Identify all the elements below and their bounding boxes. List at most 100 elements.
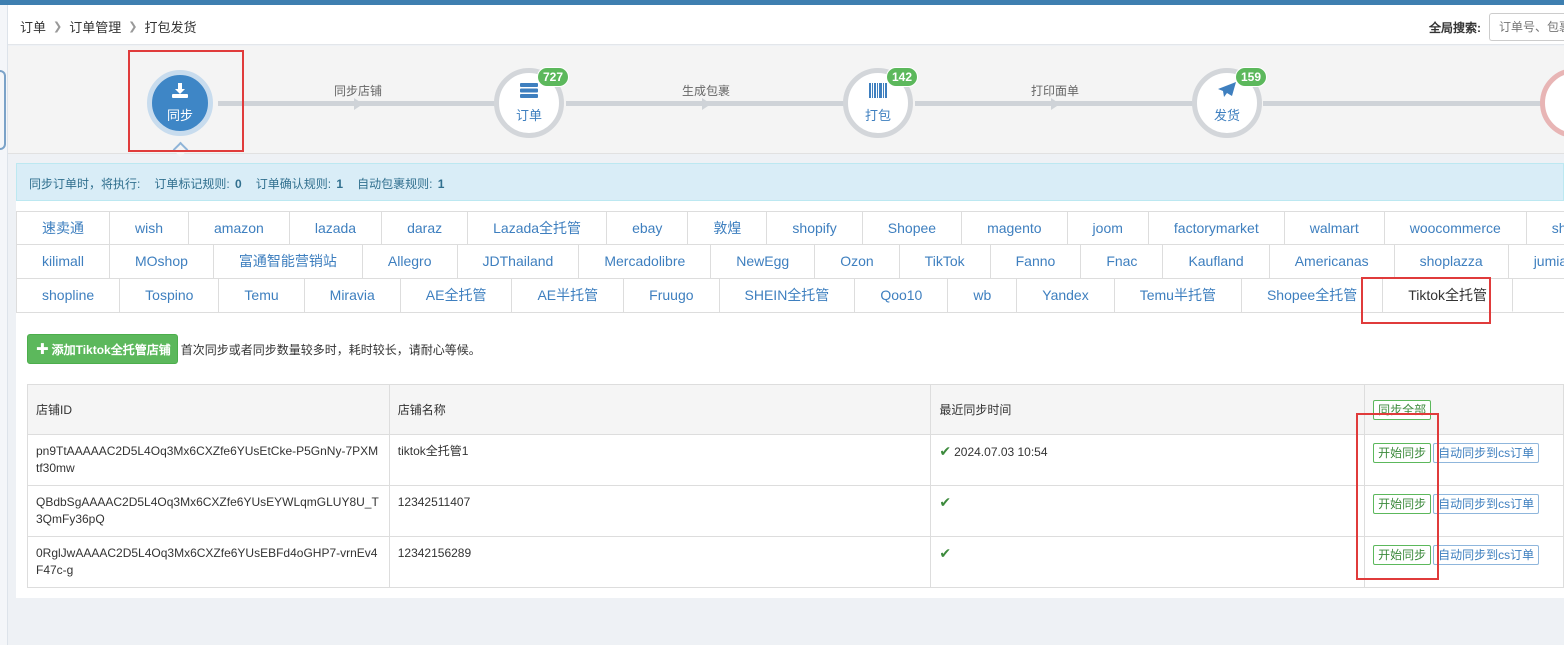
tab-wish[interactable]: wish bbox=[110, 212, 190, 244]
store-table: 店铺ID 店铺名称 最近同步时间 同步全部 pn9TtAAAAAC2D5L4Oq… bbox=[27, 384, 1564, 588]
tab-ozon[interactable]: Ozon bbox=[815, 245, 900, 278]
tab-shoplazza[interactable]: shoplazza bbox=[1395, 245, 1509, 278]
tab-futong[interactable]: 富通智能营销站 bbox=[214, 245, 363, 278]
store-name-cell: 12342511407 bbox=[388, 485, 932, 537]
platform-tab-row-3: shopline Tospino Temu Miravia AE全托管 AE半托… bbox=[16, 279, 1564, 313]
step-orders[interactable]: 订单 727 bbox=[494, 67, 569, 138]
arrow-right-icon bbox=[354, 98, 363, 110]
tab-factorymarket[interactable]: factorymarket bbox=[1149, 212, 1285, 244]
highlight-start-sync-buttons bbox=[1356, 413, 1439, 580]
step-link-print-label[interactable]: 打印面单 bbox=[915, 82, 1195, 99]
chevron-right-icon: ❯ bbox=[128, 21, 138, 33]
step-pack[interactable]: 打包 142 bbox=[843, 67, 918, 138]
tab-joom[interactable]: joom bbox=[1068, 212, 1149, 244]
tab-americanas[interactable]: Americanas bbox=[1270, 245, 1395, 278]
global-search: 全局搜索: bbox=[1429, 13, 1564, 41]
check-icon: ✔ bbox=[939, 494, 952, 510]
tab-shopline[interactable]: shopline bbox=[17, 279, 121, 312]
platform-tab-row-1: 速卖通 wish amazon lazada daraz Lazada全托管 e… bbox=[16, 211, 1564, 245]
breadcrumb-item-pack-ship: 打包发货 bbox=[144, 20, 197, 35]
step-connector-generate-package: 生成包裹 bbox=[566, 84, 846, 110]
arrow-right-icon bbox=[1051, 98, 1060, 110]
tab-walmart[interactable]: walmart bbox=[1285, 212, 1385, 244]
tab-shein-full[interactable]: SHEIN全托管 bbox=[720, 279, 856, 312]
breadcrumb-item-order-management[interactable]: 订单管理 bbox=[69, 17, 121, 36]
tab-temu[interactable]: Temu bbox=[219, 279, 305, 312]
tab-dhgate[interactable]: 敦煌 bbox=[688, 212, 768, 244]
tab-miravia[interactable]: Miravia bbox=[305, 279, 401, 312]
tab-fanno[interactable]: Fanno bbox=[991, 245, 1082, 278]
alert-prefix: 同步订单时，将执行: bbox=[29, 177, 141, 191]
pack-count-badge: 142 bbox=[885, 67, 918, 87]
alert-rule-package[interactable]: 自动包裹规则: 1 bbox=[357, 175, 444, 191]
last-sync-cell: ✔ bbox=[930, 536, 1366, 588]
auto-sync-cs-button[interactable]: 自动同步到cs订单 bbox=[1433, 545, 1540, 565]
tab-magento[interactable]: magento bbox=[962, 212, 1068, 244]
alert-rule-mark[interactable]: 订单标记规则: 0 bbox=[154, 175, 241, 191]
table-row: pn9TtAAAAAC2D5L4Oq3Mx6CXZfe6YUsEtCke-P5G… bbox=[27, 434, 1564, 486]
step-link-sync-store[interactable]: 同步店铺 bbox=[218, 82, 498, 99]
global-search-label: 全局搜索: bbox=[1429, 20, 1481, 35]
col-store-name: 店铺名称 bbox=[388, 384, 932, 435]
paper-plane-icon bbox=[1218, 82, 1236, 102]
check-icon: ✔ bbox=[939, 443, 952, 459]
col-last-sync: 最近同步时间 bbox=[930, 384, 1366, 435]
orders-count-badge: 727 bbox=[536, 67, 569, 87]
tab-ae-semi[interactable]: AE半托管 bbox=[512, 279, 625, 312]
step-link-generate-package[interactable]: 生成包裹 bbox=[566, 82, 846, 99]
breadcrumb-item-orders[interactable]: 订单 bbox=[20, 17, 46, 36]
tab-kaufland[interactable]: Kaufland bbox=[1163, 245, 1270, 278]
store-id-cell: pn9TtAAAAAC2D5L4Oq3Mx6CXZfe6YUsEtCke-P5G… bbox=[27, 434, 390, 486]
tab-jdthailand[interactable]: JDThailand bbox=[458, 245, 580, 278]
tab-shopee[interactable]: Shopee bbox=[863, 212, 963, 244]
highlight-tiktok-tab bbox=[1361, 277, 1491, 324]
tab-tiktok[interactable]: TikTok bbox=[900, 245, 991, 278]
tab-yandex[interactable]: Yandex bbox=[1017, 279, 1115, 312]
step-connector-print-label: 打印面单 bbox=[915, 84, 1195, 110]
tab-qoo10[interactable]: Qoo10 bbox=[855, 279, 949, 312]
platform-tab-row-2: kilimall MOshop 富通智能营销站 Allegro JDThaila… bbox=[16, 245, 1564, 279]
tab-lazada[interactable]: lazada bbox=[290, 212, 383, 244]
tab-lazada-full[interactable]: Lazada全托管 bbox=[468, 212, 608, 244]
ship-count-badge: 159 bbox=[1234, 67, 1267, 87]
tab-fnac[interactable]: Fnac bbox=[1081, 245, 1164, 278]
tab-shopify[interactable]: shopify bbox=[767, 212, 863, 244]
tab-woocommerce[interactable]: woocommerce bbox=[1385, 212, 1527, 244]
auto-sync-cs-button[interactable]: 自动同步到cs订单 bbox=[1433, 494, 1540, 514]
platform-tabs: 速卖通 wish amazon lazada daraz Lazada全托管 e… bbox=[16, 211, 1564, 313]
tab-aliexpress[interactable]: 速卖通 bbox=[17, 212, 110, 244]
add-tiktok-store-label: 添加Tiktok全托管店铺 bbox=[51, 342, 171, 357]
tab-allegro[interactable]: Allegro bbox=[363, 245, 458, 278]
add-tiktok-store-button[interactable]: ✚ 添加Tiktok全托管店铺 bbox=[27, 334, 178, 364]
step-ship[interactable]: 发货 159 bbox=[1192, 67, 1267, 138]
store-name-cell: 12342156289 bbox=[388, 536, 932, 588]
auto-sync-cs-button[interactable]: 自动同步到cs订单 bbox=[1433, 443, 1540, 463]
store-id-cell: 0RglJwAAAAC2D5L4Oq3Mx6CXZfe6YUsEBFd4oGHP… bbox=[27, 536, 390, 588]
tab-newegg[interactable]: NewEgg bbox=[711, 245, 816, 278]
step-next-partial[interactable] bbox=[1540, 68, 1564, 138]
step-pack-label: 打包 bbox=[864, 107, 891, 123]
step-ship-label: 发货 bbox=[1213, 108, 1240, 123]
plus-icon: ✚ bbox=[36, 341, 49, 358]
tab-jumia[interactable]: jumia bbox=[1509, 245, 1564, 278]
tab-fruugo[interactable]: Fruugo bbox=[624, 279, 720, 312]
global-search-input[interactable] bbox=[1489, 13, 1564, 41]
tab-ebay[interactable]: ebay bbox=[607, 212, 689, 244]
alert-rule-confirm[interactable]: 订单确认规则: 1 bbox=[256, 175, 343, 191]
tab-moshop[interactable]: MOshop bbox=[110, 245, 214, 278]
chevron-right-icon: ❯ bbox=[53, 21, 63, 33]
server-icon bbox=[520, 82, 538, 102]
tab-amazon[interactable]: amazon bbox=[189, 212, 290, 244]
tab-daraz[interactable]: daraz bbox=[382, 212, 469, 244]
tab-tospino[interactable]: Tospino bbox=[120, 279, 220, 312]
sidebar-toggle[interactable] bbox=[0, 70, 6, 150]
tab-temu-semi[interactable]: Temu半托管 bbox=[1115, 279, 1242, 312]
step-orders-label: 订单 bbox=[515, 107, 542, 123]
store-id-cell: QBdbSgAAAAC2D5L4Oq3Mx6CXZfe6YUsEYWLqmGLU… bbox=[27, 485, 390, 537]
tab-ae-full[interactable]: AE全托管 bbox=[401, 279, 513, 312]
tab-shopyy[interactable]: shopyy bbox=[1527, 212, 1564, 244]
tab-wb[interactable]: wb bbox=[948, 279, 1018, 312]
barcode-icon bbox=[869, 82, 887, 102]
tab-mercadolibre[interactable]: Mercadolibre bbox=[579, 245, 712, 278]
tab-kilimall[interactable]: kilimall bbox=[17, 245, 110, 278]
